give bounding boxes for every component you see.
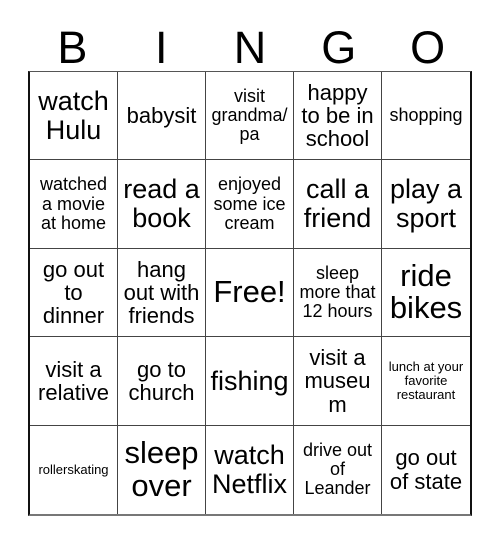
bingo-cell[interactable]: shopping [382,72,470,161]
bingo-cell-label: visit a relative [38,356,109,405]
bingo-cell-label: sleep more that 12 hours [299,262,376,322]
bingo-cell[interactable]: rollerskating [30,425,118,514]
bingo-cell[interactable]: visit grandma/pa [206,72,294,161]
bingo-cell-label: go out of state [389,445,463,494]
bingo-cell-label: babysit [126,103,197,129]
bingo-cell-label: visit a museum [304,344,371,417]
bingo-cell[interactable]: fishing [206,337,294,426]
header-letter-b: B [57,22,88,73]
bingo-cell[interactable]: lunch at your favorite restaurant [382,337,470,426]
bingo-cell-label: ride bikes [389,257,463,326]
bingo-cell[interactable]: go out of state [382,425,470,514]
bingo-cell[interactable]: happy to be in school [294,72,382,161]
bingo-cell-label: watched a movie at home [39,174,108,233]
bingo-card: B I N G O watch Hulu babysit visit grandma… [0,0,500,544]
header-letter-o: O [410,22,446,73]
bingo-cell-label: sleep over [124,434,199,503]
bingo-cell[interactable]: sleep more that 12 hours [294,248,382,338]
free-space-label: Free! [213,274,286,310]
bingo-cell[interactable]: visit a relative [30,337,118,426]
bingo-cell-label: fishing [210,365,289,396]
bingo-cell[interactable]: visit a museum [294,337,382,426]
bingo-cell-label: happy to be in school [301,79,374,152]
bingo-cell-label: drive out of Leander [302,440,373,499]
bingo-cell[interactable]: read a book [118,160,206,249]
bingo-cell-label: lunch at your favorite restaurant [388,359,464,402]
bingo-cell[interactable]: play a sport [382,160,470,249]
bingo-cell[interactable]: watch Netflix [206,425,294,514]
bingo-header: B I N G O [28,18,472,70]
bingo-cell[interactable]: hang out with friends [118,248,206,338]
bingo-cell-label: hang out with friends [123,256,200,329]
bingo-cell-label: visit grandma/pa [211,86,288,145]
header-letter-g: G [321,22,357,73]
bingo-cell[interactable]: call a friend [294,160,382,249]
bingo-cell-label: enjoyed some ice cream [213,174,286,233]
header-letter-i: I [154,22,168,73]
bingo-cell[interactable]: enjoyed some ice cream [206,160,294,249]
bingo-cell[interactable]: watched a movie at home [30,160,118,249]
bingo-cell[interactable]: babysit [118,72,206,161]
bingo-cell[interactable]: watch Hulu [30,72,118,161]
bingo-cell[interactable]: sleep over [118,425,206,514]
bingo-cell-label: shopping [389,105,463,126]
bingo-cell-label: call a friend [303,174,372,234]
bingo-cell[interactable]: go out to dinner [30,248,118,338]
bingo-cell-label: watch Hulu [38,86,109,145]
bingo-grid: watch Hulu babysit visit grandma/pa happy t… [28,71,472,516]
header-letter-n: N [233,22,267,73]
bingo-cell-label: go to church [128,356,195,405]
bingo-cell-label: play a sport [389,174,463,234]
bingo-cell-label: go out to dinner [42,256,105,329]
bingo-free-space[interactable]: Free! [206,248,294,338]
bingo-cell[interactable]: ride bikes [382,248,470,338]
bingo-cell[interactable]: go to church [118,337,206,426]
bingo-cell[interactable]: drive out of Leander [294,425,382,514]
bingo-cell-label: rollerskating [38,461,109,477]
bingo-cell-label: read a book [123,174,200,234]
bingo-cell-label: watch Netflix [211,440,287,499]
